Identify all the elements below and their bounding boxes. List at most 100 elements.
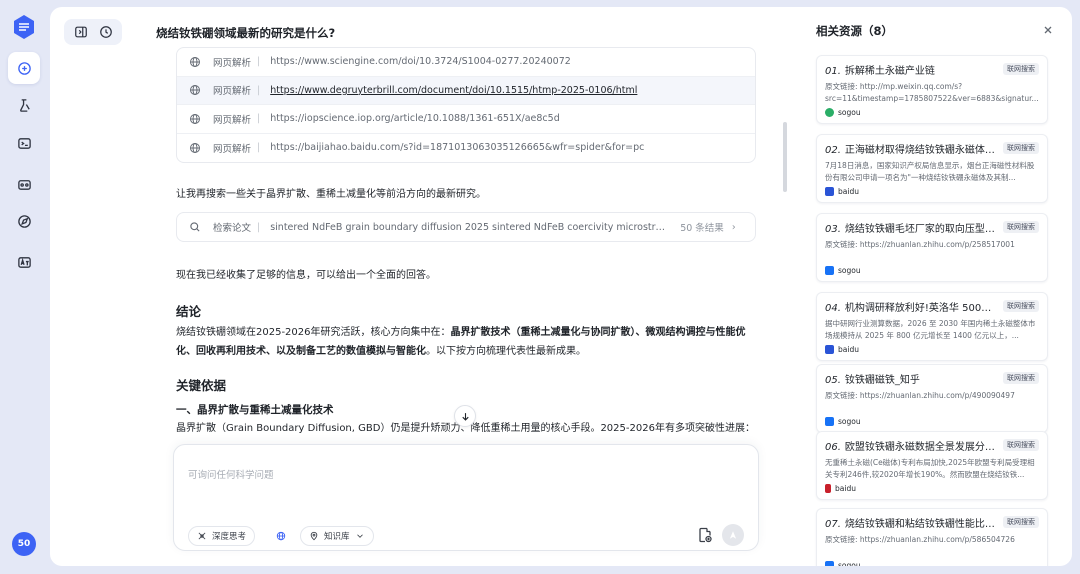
resource-source: sogou: [825, 417, 1039, 426]
resource-title[interactable]: 04.机构调研释放利好!英洛华 5000 吨高性能烧结钕铁硼: [825, 299, 995, 314]
resource-card[interactable]: 03. 烧结钕铁硼毛坯厂家的取向压型技术 联网搜索 原文链接: https://z…: [816, 213, 1048, 282]
resource-card[interactable]: 01. 拆解稀土永磁产业链 联网搜索 原文链接: http://mp.weixin…: [816, 55, 1048, 124]
assistant-text: 让我再搜索一些关于晶界扩散、重稀土减量化等前沿方向的最新研究。: [176, 189, 486, 200]
resource-card[interactable]: 07.烧结钕铁硼和粘结钕铁硼性能比较_知乎 联网搜索 原文链接: https:/…: [816, 508, 1048, 566]
link-label: 网页解析: [213, 143, 252, 155]
resource-source: sogou: [825, 561, 1039, 566]
top-toolbar: [64, 19, 122, 45]
new-chat-icon[interactable]: [8, 52, 40, 84]
resource-desc: 据中研网行业测算数据，2026 至 2030 年国内稀土永磁整体市场规模持从 2…: [825, 319, 1036, 340]
chat-content: 网页解析 | https://www.sciengine.com/doi/10.…: [176, 47, 756, 467]
link-url[interactable]: https://iopscience.iop.org/article/10.10…: [270, 113, 560, 124]
resource-title[interactable]: 02.正海磁材取得烧结钕铁硼永磁体相关专利: [825, 141, 995, 156]
experiment-icon[interactable]: [11, 92, 37, 118]
resource-desc: 原文链接: https://zhuanlan.zhihu.com/p/49009…: [825, 391, 1015, 400]
conclusion-text: 烧结钕铁硼领域在2025-2026年研究活跃，核心方向集中在：晶界扩散技术（重稀…: [176, 327, 746, 357]
left-rail: 50: [0, 0, 48, 574]
toggle-sidebar-icon[interactable]: [73, 24, 89, 40]
resource-card[interactable]: 05. 钕铁硼磁铁_知乎 联网搜索 原文链接: https://zhuanlan.…: [816, 364, 1048, 433]
web-search-toggle[interactable]: [270, 526, 292, 546]
pin-icon: [310, 531, 318, 541]
basis-heading: 关键依据: [176, 378, 227, 393]
resource-tag: 联网搜索: [1003, 142, 1039, 154]
resource-source: baidu: [825, 484, 1039, 493]
resource-tag: 联网搜索: [1003, 516, 1039, 528]
resource-title[interactable]: 03. 烧结钕铁硼毛坯厂家的取向压型技术: [825, 220, 995, 235]
app-logo-icon[interactable]: [12, 14, 36, 40]
translate-icon[interactable]: [11, 249, 37, 275]
resource-source: baidu: [825, 345, 1039, 354]
resource-card[interactable]: 02.正海磁材取得烧结钕铁硼永磁体相关专利 联网搜索 7月18日消息，国家知识产…: [816, 134, 1048, 203]
resource-title[interactable]: 07.烧结钕铁硼和粘结钕铁硼性能比较_知乎: [825, 515, 995, 530]
search-icon: [190, 222, 200, 232]
link-label: 网页解析: [213, 57, 252, 69]
sogou-icon: [825, 108, 834, 117]
resource-card[interactable]: 06.欧盟钕铁硼永磁数据全景发展分析报告 联网搜索 无重稀土永磁(Ce磁体)专利…: [816, 431, 1048, 500]
chevron-down-icon: [356, 534, 363, 538]
question-input-placeholder[interactable]: 可询问任何科学问题: [188, 467, 274, 481]
link-url[interactable]: https://baijiahao.baidu.com/s?id=1871013…: [270, 142, 644, 153]
main-panel: 烧结钕铁硼领域最新的研究是什么? 网页解析 | https://www.scie…: [50, 7, 1072, 566]
zhihu-icon: [825, 561, 834, 566]
resource-desc: 原文链接: https://zhuanlan.zhihu.com/p/25851…: [825, 240, 1015, 249]
resource-tag: 联网搜索: [1003, 221, 1039, 233]
resource-desc: 原文链接: http://mp.weixin.qq.com/s?src=11&t…: [825, 82, 1039, 103]
link-url[interactable]: https://www.degruyterbrill.com/document/…: [270, 85, 637, 96]
terminal-icon[interactable]: [11, 130, 37, 156]
baidu-icon: [825, 187, 834, 196]
deep-think-button[interactable]: 深度思考: [188, 526, 256, 546]
compass-icon[interactable]: [11, 208, 37, 234]
link-label: 网页解析: [213, 114, 252, 126]
parsed-link-row[interactable]: 网页解析 | https://iopscience.iop.org/articl…: [177, 105, 755, 134]
resource-desc: 7月18日消息，国家知识产权局信息显示，烟台正海磁性材料股份有限公司申请一项名为…: [825, 161, 1035, 182]
atom-icon: [198, 532, 206, 540]
resource-tag: 联网搜索: [1003, 439, 1039, 451]
resource-desc: 无重稀土永磁(Ce磁体)专利布局加快,2025年欧盟专利局受理相关专利246件,…: [825, 458, 1035, 479]
attach-file-icon[interactable]: [698, 527, 712, 543]
baidu-icon: [825, 345, 834, 354]
search-label: 检索论文: [213, 223, 252, 234]
globe-icon: [190, 142, 200, 153]
history-icon[interactable]: [98, 24, 114, 40]
globe-icon: [190, 113, 200, 124]
parsed-link-row[interactable]: 网页解析 | https://www.degruyterbrill.com/do…: [177, 76, 755, 105]
resource-title[interactable]: 05. 钕铁硼磁铁_知乎: [825, 371, 995, 386]
parsed-link-row[interactable]: 网页解析 | https://baijiahao.baidu.com/s?id=…: [177, 134, 755, 163]
knowledge-base-dropdown[interactable]: 知识库: [300, 526, 374, 546]
question-input-box[interactable]: 可询问任何科学问题 深度思考 知识库: [173, 444, 759, 551]
link-url[interactable]: https://www.sciengine.com/doi/10.3724/S1…: [270, 56, 571, 67]
link-label: 网页解析: [213, 86, 252, 98]
globe-icon: [190, 56, 200, 67]
baidu-u-icon: [825, 484, 831, 493]
chat-scrollbar[interactable]: [783, 122, 787, 192]
globe-icon: [276, 531, 286, 541]
search-query: sintered NdFeB grain boundary diffusion …: [270, 221, 671, 233]
resource-source: sogou: [825, 266, 1039, 275]
resources-title: 相关资源（8）: [816, 24, 894, 38]
chevron-right-icon[interactable]: ›: [732, 222, 736, 233]
close-icon[interactable]: [1042, 24, 1054, 36]
paper-search-row[interactable]: 检索论文 | sintered NdFeB grain boundary dif…: [176, 212, 756, 242]
zhihu-icon: [825, 417, 834, 426]
resource-card[interactable]: 04.机构调研释放利好!英洛华 5000 吨高性能烧结钕铁硼 联网搜索 据中研网…: [816, 292, 1048, 361]
resource-title[interactable]: 06.欧盟钕铁硼永磁数据全景发展分析报告: [825, 438, 995, 453]
zhihu-icon: [825, 266, 834, 275]
resource-tag: 联网搜索: [1003, 63, 1039, 75]
scroll-down-button[interactable]: [454, 405, 476, 427]
resource-title[interactable]: 01. 拆解稀土永磁产业链: [825, 62, 995, 77]
resource-source: sogou: [825, 108, 1039, 117]
camera-icon[interactable]: [11, 171, 37, 197]
send-button[interactable]: [722, 524, 744, 546]
parsed-link-row[interactable]: 网页解析 | https://www.sciengine.com/doi/10.…: [177, 48, 755, 77]
credits-badge[interactable]: 50: [12, 532, 36, 556]
resource-tag: 联网搜索: [1003, 372, 1039, 384]
resource-tag: 联网搜索: [1003, 300, 1039, 312]
chat-title: 烧结钕铁硼领域最新的研究是什么?: [156, 26, 336, 40]
resource-desc: 原文链接: https://zhuanlan.zhihu.com/p/58650…: [825, 535, 1015, 544]
conclusion-heading: 结论: [176, 304, 202, 319]
resource-source: baidu: [825, 187, 1039, 196]
search-result-count: 50 条结果: [680, 223, 724, 234]
assistant-text: 现在我已经收集了足够的信息，可以给出一个全面的回答。: [176, 270, 436, 281]
globe-icon: [190, 85, 200, 96]
parsed-links-list: 网页解析 | https://www.sciengine.com/doi/10.…: [176, 47, 756, 163]
